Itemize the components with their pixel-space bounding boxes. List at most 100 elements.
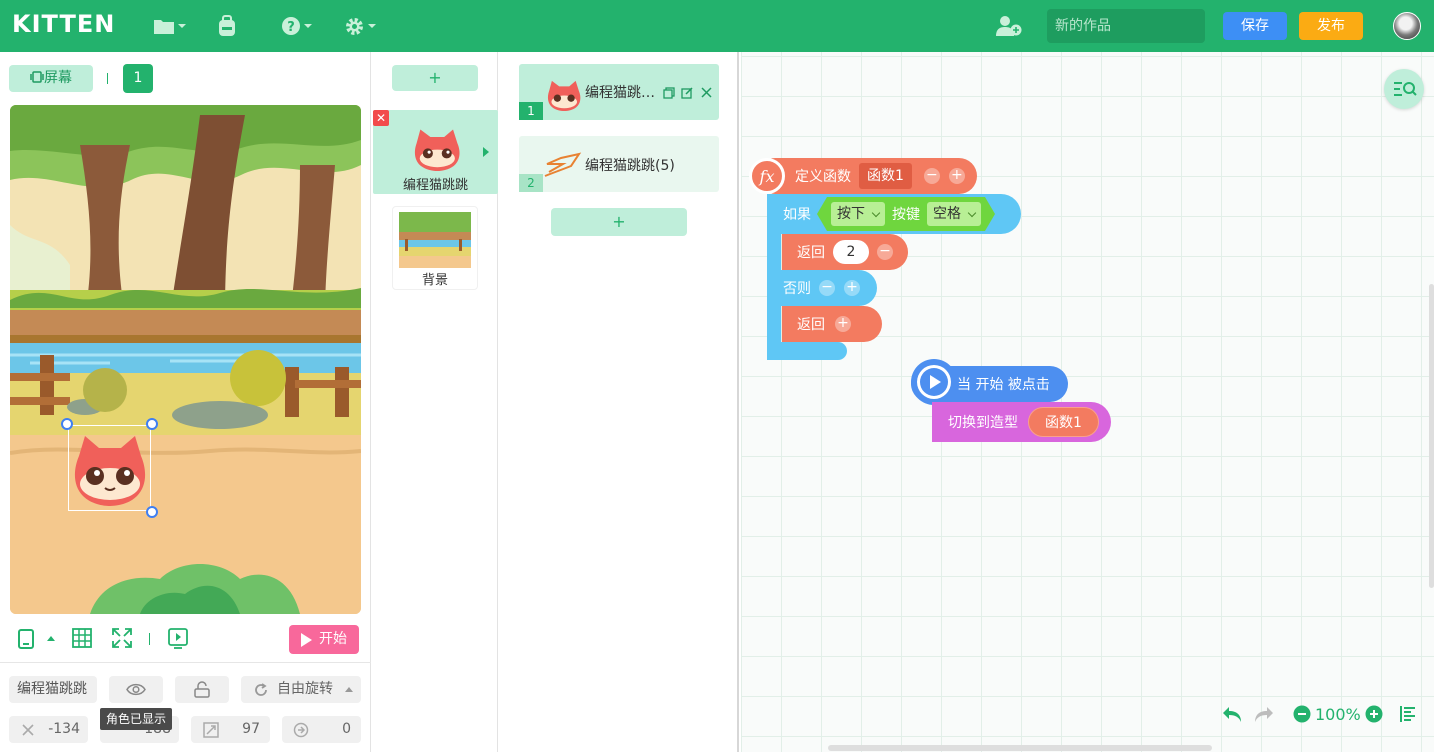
- backpack-icon: [219, 15, 235, 36]
- visibility-tooltip: 角色已显示: [100, 708, 172, 730]
- x-coordinate-field[interactable]: -134: [9, 716, 88, 743]
- resize-handle-top[interactable]: [146, 418, 158, 430]
- add-else-button[interactable]: +: [844, 280, 860, 296]
- zoom-level: 100%: [1315, 704, 1361, 724]
- lock-toggle[interactable]: [175, 676, 229, 703]
- horizontal-scrollbar[interactable]: [828, 745, 1212, 751]
- screen-page-button[interactable]: 1: [123, 64, 153, 93]
- remove-param-button[interactable]: −: [923, 168, 940, 184]
- unlock-icon: [194, 681, 210, 698]
- background-thumbnail: [399, 212, 471, 268]
- size-field[interactable]: 97: [191, 716, 270, 743]
- direction-field[interactable]: 0: [282, 716, 361, 743]
- key-dropdown[interactable]: 空格: [927, 202, 981, 226]
- file-menu[interactable]: [153, 13, 186, 39]
- direction-value: 0: [342, 721, 351, 737]
- switch-costume-block[interactable]: 切换到造型 函数1: [932, 402, 1111, 442]
- return-block[interactable]: 返回 +: [782, 306, 882, 342]
- add-return-value-button[interactable]: +: [835, 316, 851, 332]
- backpack-button[interactable]: [217, 13, 237, 39]
- block-search-button[interactable]: [1384, 69, 1424, 109]
- add-sprite-button[interactable]: +: [392, 65, 478, 91]
- sprite-selection-box[interactable]: [61, 418, 158, 518]
- sprite-item-label: 编程猫跳跳: [402, 178, 468, 193]
- remove-return-button[interactable]: −: [877, 244, 893, 260]
- else-block[interactable]: 否则 − +: [767, 270, 877, 306]
- kitten-logo[interactable]: KITTEN: [12, 10, 115, 38]
- cat-sprite-icon: [414, 129, 460, 171]
- eye-icon: [126, 683, 146, 696]
- remove-else-button[interactable]: −: [819, 280, 835, 296]
- action-dropdown[interactable]: 按下: [831, 202, 885, 226]
- sprite-name-field[interactable]: 编程猫跳跳: [9, 676, 97, 703]
- edit-icon[interactable]: [681, 87, 693, 99]
- key-label: 按键: [892, 207, 920, 223]
- sprite-item[interactable]: 编程猫跳跳: [373, 110, 498, 194]
- return-block[interactable]: 返回 2 −: [782, 234, 908, 270]
- settings-menu[interactable]: [344, 13, 376, 39]
- vertical-scrollbar[interactable]: [1429, 284, 1434, 588]
- define-function-block[interactable]: fx 定义函数 函数1 − +: [749, 158, 977, 194]
- function-index: 2: [519, 174, 543, 192]
- avatar[interactable]: [1393, 12, 1421, 40]
- zoom-in-icon[interactable]: [1365, 705, 1383, 723]
- chevron-right-icon: [483, 147, 489, 157]
- undo-icon[interactable]: [1221, 705, 1243, 723]
- chevron-down-icon: [304, 24, 312, 28]
- help-menu[interactable]: ?: [281, 13, 312, 39]
- close-icon[interactable]: [701, 87, 712, 98]
- redo-icon[interactable]: [1253, 705, 1275, 723]
- pen-sprite-icon: [544, 152, 582, 177]
- add-param-button[interactable]: +: [948, 168, 965, 184]
- function-index: 1: [519, 102, 543, 120]
- add-collaborator-button[interactable]: [995, 13, 1023, 39]
- function-name-param[interactable]: 函数1: [859, 163, 912, 189]
- visibility-toggle[interactable]: [109, 676, 163, 703]
- project-name-input[interactable]: 新的作品: [1047, 9, 1205, 43]
- scale-icon: [203, 722, 219, 738]
- grid-icon[interactable]: [72, 628, 92, 648]
- fullscreen-icon[interactable]: [112, 628, 132, 648]
- publish-button[interactable]: 发布: [1299, 12, 1363, 40]
- screen-icon: [30, 71, 44, 83]
- stage-canvas[interactable]: [10, 105, 361, 614]
- rotation-mode-label: 自由旋转: [277, 681, 333, 697]
- function-item[interactable]: 编程猫跳… 1: [519, 64, 719, 120]
- code-workspace[interactable]: fx 定义函数 函数1 − + 如果 按下 按键 空格 返回 2 − 否则 − …: [741, 52, 1434, 752]
- cat-sprite-icon: [74, 436, 146, 506]
- costume-value-reporter[interactable]: 函数1: [1028, 407, 1099, 437]
- background-item-label: 背景: [421, 273, 448, 288]
- device-icon[interactable]: [18, 629, 34, 649]
- if-block[interactable]: 如果 按下 按键 空格: [767, 194, 1021, 234]
- add-user-icon: [996, 16, 1022, 36]
- svg-text:?: ?: [287, 20, 295, 35]
- save-button[interactable]: 保存: [1223, 12, 1287, 40]
- sprite-list-panel: + 编程猫跳跳 ✕ 背景: [372, 52, 498, 752]
- x-value: -134: [48, 721, 80, 737]
- x-axis-icon: [22, 724, 34, 736]
- copy-icon[interactable]: [663, 87, 675, 99]
- delete-sprite-button[interactable]: ✕: [373, 110, 389, 126]
- top-bar: KITTEN ? 新的作品 保存 发布: [0, 0, 1434, 52]
- divider: [0, 662, 371, 663]
- caret-up-icon[interactable]: [46, 635, 56, 642]
- cat-sprite-icon: [547, 80, 581, 111]
- add-function-button[interactable]: +: [551, 208, 687, 236]
- start-button[interactable]: 开始: [289, 625, 359, 654]
- return-value-input[interactable]: 2: [833, 240, 869, 264]
- rotate-handle[interactable]: [61, 418, 73, 430]
- align-blocks-icon[interactable]: [1399, 705, 1417, 723]
- play-preview-icon[interactable]: [168, 628, 188, 650]
- key-pressed-condition[interactable]: 按下 按键 空格: [817, 197, 995, 231]
- rotation-mode-select[interactable]: 自由旋转: [241, 676, 361, 703]
- define-function-label: 定义函数: [795, 169, 851, 185]
- resize-handle-bottom[interactable]: [146, 506, 158, 518]
- screen-button[interactable]: 屏幕: [9, 65, 93, 92]
- zoom-out-icon[interactable]: [1293, 705, 1311, 723]
- workspace-controls: 100%: [1221, 702, 1417, 726]
- start-event-icon: [911, 359, 957, 405]
- function-item[interactable]: 编程猫跳跳(5) 2: [519, 136, 719, 192]
- help-icon: ?: [282, 17, 300, 35]
- function-fx-icon: fx: [749, 158, 785, 194]
- background-item[interactable]: 背景: [392, 206, 478, 290]
